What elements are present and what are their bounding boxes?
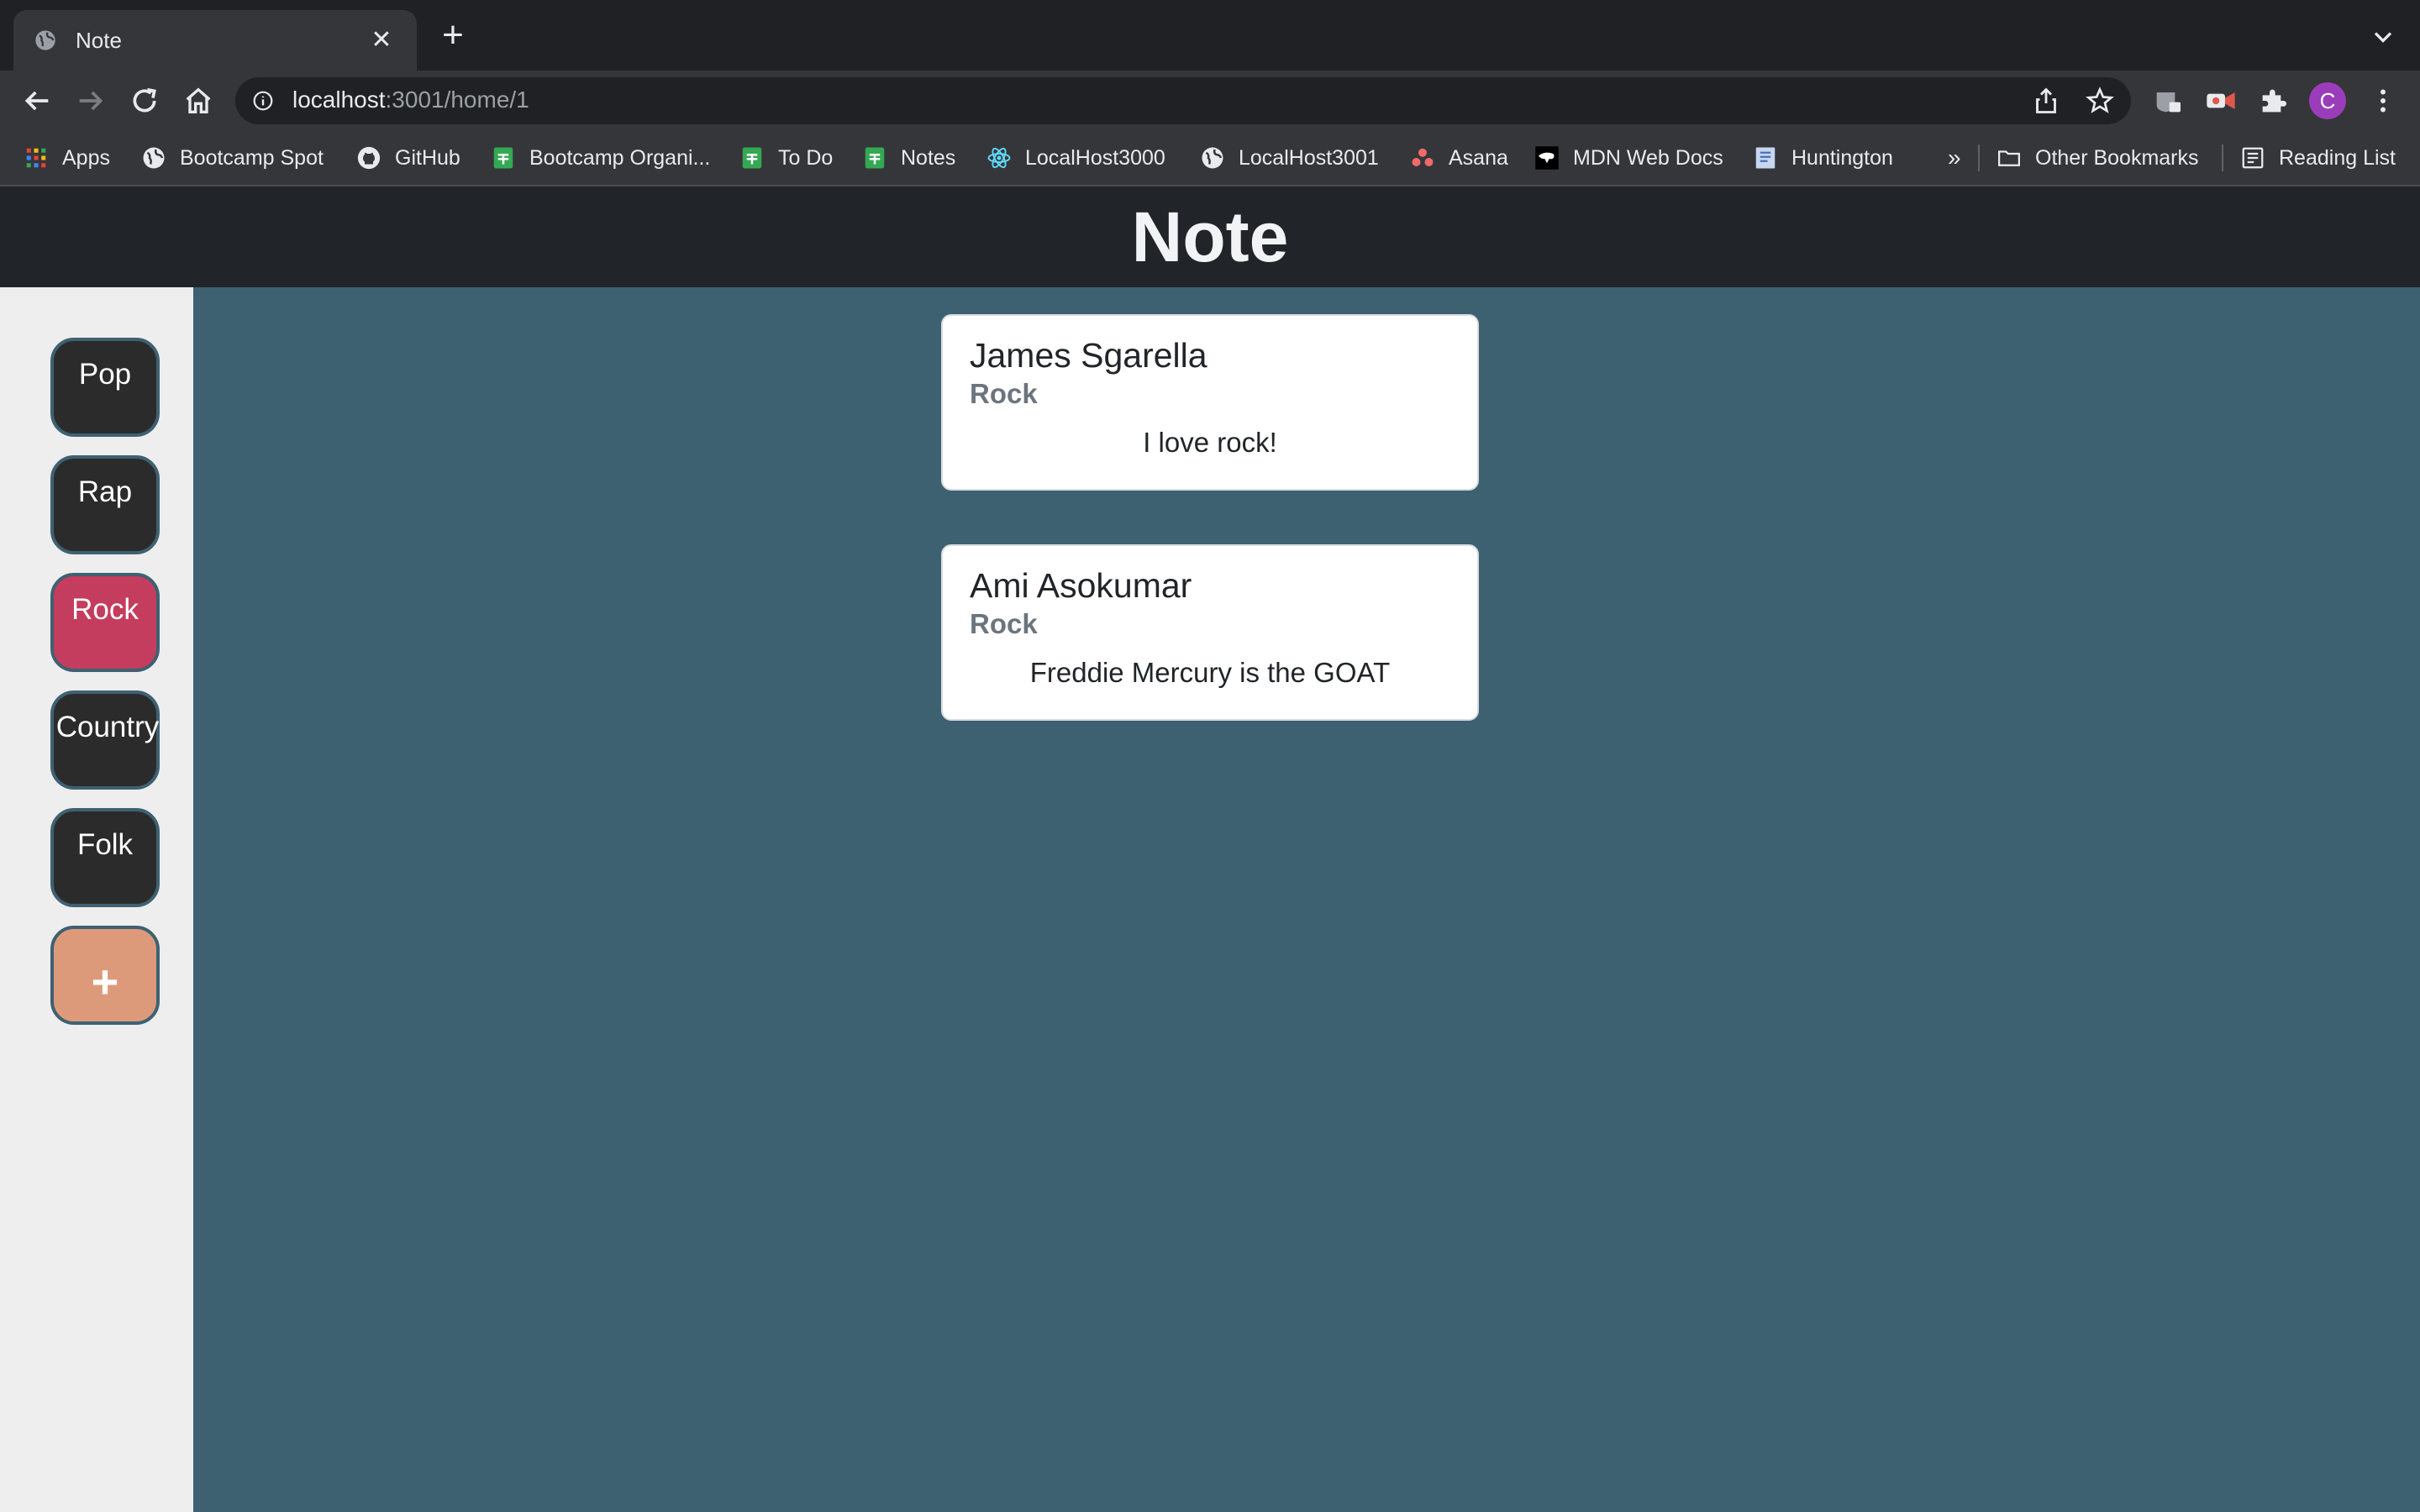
bookmark-label: To Do	[778, 145, 834, 170]
note-text: I love rock!	[1143, 427, 1277, 458]
bookmarks-separator	[1978, 144, 1980, 171]
tab-close-icon[interactable]: ✕	[366, 25, 397, 55]
bookmark-label: LocalHost3001	[1239, 145, 1379, 170]
genre-button-pop[interactable]: Pop	[50, 338, 160, 437]
genre-sidebar: Pop Rap Rock Country Folk +	[0, 287, 193, 1512]
tab-title: Note	[76, 27, 122, 53]
app-header: Note	[0, 186, 2420, 287]
bookmark-github[interactable]: GitHub	[356, 143, 460, 173]
bookmark-mdn[interactable]: MDN Web Docs	[1534, 143, 1723, 173]
note-card: Ami Asokumar Rock Freddie Mercury is the…	[941, 544, 1479, 721]
bookmark-asana[interactable]: Asana	[1410, 143, 1508, 173]
note-text: Freddie Mercury is the GOAT	[1029, 657, 1391, 688]
genre-button-rap[interactable]: Rap	[50, 455, 160, 554]
bookmark-bootcamp-spot[interactable]: Bootcamp Spot	[141, 143, 324, 173]
share-icon[interactable]	[2031, 86, 2061, 116]
bookmark-label: Huntington	[1791, 145, 1893, 170]
note-author: James Sgarella	[970, 336, 1207, 375]
globe-icon	[1202, 147, 1223, 169]
bookmark-apps[interactable]: Apps	[24, 143, 110, 173]
extensions-puzzle-icon[interactable]	[2257, 84, 2291, 118]
genre-button-folk[interactable]: Folk	[50, 808, 160, 907]
globe-icon	[143, 147, 165, 169]
genre-button-country[interactable]: Country	[50, 690, 160, 790]
other-bookmarks-folder[interactable]: Other Bookmarks	[1996, 143, 2199, 173]
asana-icon	[1412, 148, 1434, 166]
reading-list-icon	[2242, 147, 2264, 169]
profile-avatar[interactable]: C	[2309, 82, 2346, 119]
reading-list-button[interactable]: Reading List	[2240, 143, 2396, 173]
screen-recorder-icon[interactable]	[2204, 84, 2238, 118]
sheets-icon	[865, 147, 885, 169]
bookmark-label: Bootcamp Organi...	[529, 145, 711, 170]
bookmark-label: GitHub	[395, 145, 460, 170]
bookmark-label: Reading List	[2279, 145, 2396, 170]
reload-icon[interactable]	[128, 84, 161, 118]
back-arrow-icon[interactable]	[20, 84, 54, 118]
bookmark-label: Notes	[901, 145, 956, 170]
mdn-icon	[1535, 146, 1559, 170]
bookmark-localhost3000[interactable]: LocalHost3000	[986, 143, 1165, 173]
note-card: James Sgarella Rock I love rock!	[941, 314, 1479, 491]
bookmark-label: Bootcamp Spot	[180, 145, 324, 170]
bookmark-label: Other Bookmarks	[2035, 145, 2199, 170]
home-icon[interactable]	[182, 84, 215, 118]
url-host: localhost	[292, 87, 386, 113]
github-icon	[357, 146, 381, 170]
site-info-icon[interactable]	[252, 90, 274, 112]
apps-grid-icon	[26, 148, 46, 168]
react-icon	[987, 147, 1011, 169]
sheets-icon	[742, 147, 762, 169]
page-title: Note	[1131, 197, 1289, 276]
bookmark-star-icon[interactable]	[2085, 86, 2115, 116]
tab-strip: Note ✕ +	[0, 0, 2420, 71]
url-text[interactable]: localhost:3001/home/1	[292, 87, 529, 113]
bookmark-label: LocalHost3000	[1025, 145, 1165, 170]
folder-icon	[1998, 150, 2020, 166]
sheets-icon	[493, 147, 513, 169]
bookmark-label: Apps	[62, 145, 110, 170]
extension-shield-icon[interactable]	[2151, 84, 2185, 118]
add-genre-button[interactable]: +	[50, 926, 160, 1025]
globe-icon	[35, 30, 55, 50]
url-path: :3001/home/1	[385, 87, 529, 113]
document-icon	[1755, 147, 1776, 169]
bookmark-notes[interactable]: Notes	[862, 143, 955, 173]
bookmark-huntington[interactable]: Huntington	[1753, 143, 1893, 173]
genre-button-rock[interactable]: Rock	[50, 573, 160, 672]
new-tab-icon[interactable]: +	[435, 17, 471, 54]
bookmark-label: Asana	[1449, 145, 1508, 170]
note-author: Ami Asokumar	[970, 566, 1192, 605]
bookmark-bootcamp-organizer[interactable]: Bootcamp Organi...	[491, 143, 710, 173]
note-genre: Rock	[970, 378, 1038, 409]
bookmark-label: MDN Web Docs	[1573, 145, 1723, 170]
bookmark-to-do[interactable]: To Do	[739, 143, 833, 173]
bookmarks-separator	[2222, 144, 2223, 171]
browser-menu-icon[interactable]	[2368, 84, 2398, 118]
browser-tab[interactable]: Note ✕	[13, 10, 417, 71]
tab-search-chevron-icon[interactable]	[2368, 22, 2398, 52]
bookmark-localhost3001[interactable]: LocalHost3001	[1200, 143, 1379, 173]
note-genre: Rock	[970, 608, 1038, 639]
bookmarks-overflow-button[interactable]: »	[1948, 143, 1961, 173]
forward-arrow-icon[interactable]	[74, 84, 108, 118]
